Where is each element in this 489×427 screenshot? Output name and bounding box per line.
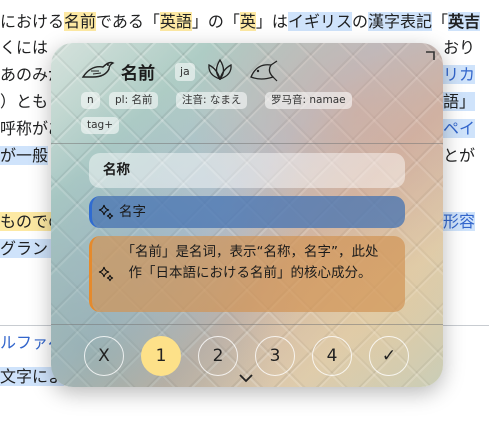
- sense-gloss-row[interactable]: 名字: [89, 196, 405, 228]
- sense-explanation: 「名前」是名词，表示“名称，名字”，此处作「日本語における名前」的核心成分。: [121, 244, 379, 281]
- chip-romaji[interactable]: 罗马音: namae: [265, 92, 352, 109]
- article-line: 形容: [443, 210, 476, 234]
- grade-1-button[interactable]: 1: [141, 336, 181, 376]
- footer-divider: [51, 324, 443, 325]
- dictionary-popup[interactable]: 名前 ja n pl: 名前 注音: なまえ 罗马音: namae tag+ 名…: [51, 43, 443, 387]
- article-text: くには: [0, 38, 49, 57]
- article-text: の: [351, 12, 368, 31]
- bird-icon: [81, 61, 115, 78]
- grade-forget-button[interactable]: X: [84, 336, 124, 376]
- grade-2-button[interactable]: 2: [198, 336, 238, 376]
- highlight-word[interactable]: イギリス: [287, 12, 352, 31]
- highlight-word[interactable]: 英語: [159, 12, 192, 31]
- article-line: が一般: [0, 144, 49, 168]
- article-text: である「: [96, 12, 160, 31]
- article-line: リカ: [443, 63, 476, 87]
- article-link[interactable]: リカ: [443, 65, 476, 84]
- article-text: ）とも: [0, 92, 49, 111]
- header-divider: [51, 143, 443, 144]
- article-line: くには: [0, 36, 48, 60]
- chip-plural[interactable]: pl: 名前: [109, 92, 159, 109]
- article-link[interactable]: 形容: [443, 212, 476, 231]
- sense-explanation-row[interactable]: 「名前」是名词，表示“名称，名字”，此处作「日本語における名前」的核心成分。: [89, 236, 405, 312]
- lotus-icon: [208, 58, 232, 81]
- article-line: 語」: [443, 90, 476, 114]
- grade-3-button[interactable]: 3: [255, 336, 295, 376]
- article-line: における名前である「英語」の「英」はイギリスの漢字表記「英吉: [0, 10, 481, 34]
- chevron-down-icon[interactable]: [238, 373, 254, 383]
- highlight-word[interactable]: 英吉: [448, 12, 481, 31]
- sparkle-icon: [98, 204, 114, 220]
- article-line: ）とも: [0, 90, 48, 114]
- highlight-word[interactable]: が一般: [0, 146, 49, 165]
- article-text: 」は: [255, 12, 288, 31]
- grade-4-button[interactable]: 4: [312, 336, 352, 376]
- article-text: とが: [443, 146, 476, 165]
- tag-add-button[interactable]: tag+: [81, 117, 120, 134]
- article-link[interactable]: ペイ: [443, 119, 476, 138]
- highlight-word[interactable]: 漢字表記: [367, 12, 432, 31]
- corner-arrow-icon[interactable]: [423, 49, 437, 63]
- article-line: ペイ: [443, 117, 476, 141]
- highlight-word[interactable]: 語」: [443, 92, 476, 111]
- article-line: とが: [443, 144, 475, 168]
- article-text: 「: [431, 12, 448, 31]
- headword: 名前: [121, 64, 155, 84]
- fish-icon: [250, 60, 278, 82]
- chip-part-of-speech[interactable]: n: [81, 92, 100, 109]
- article-text: おり: [443, 38, 476, 57]
- language-badge: ja: [175, 63, 195, 81]
- chip-reading[interactable]: 注音: なまえ: [176, 92, 248, 109]
- sense-title: 名称: [89, 153, 405, 188]
- grade-known-button[interactable]: ✓: [369, 336, 409, 376]
- highlight-word[interactable]: 英: [239, 12, 256, 31]
- article-text: における: [0, 12, 65, 31]
- article-line: おり: [443, 36, 475, 60]
- sparkle-icon: [98, 266, 114, 282]
- highlight-word[interactable]: 名前: [64, 12, 97, 31]
- sense-gloss: 名字: [119, 204, 146, 220]
- article-text: 」の「: [191, 12, 240, 31]
